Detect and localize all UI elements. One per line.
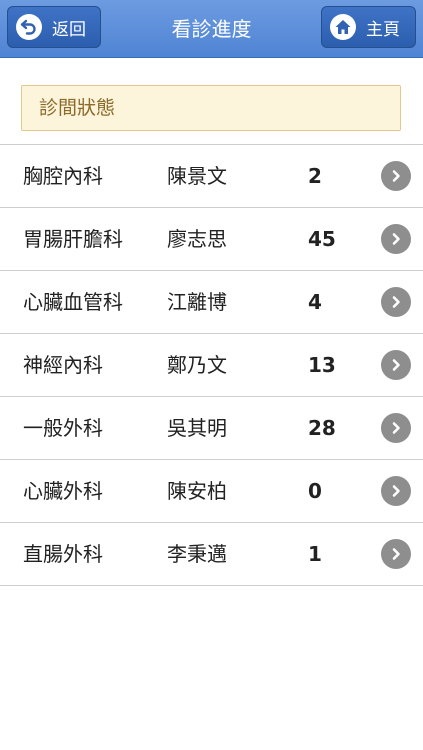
home-button-label: 主頁 <box>366 19 400 40</box>
current-number: 4 <box>308 290 322 314</box>
department-name: 直腸外科 <box>23 542 103 566</box>
clinic-status-header: 診間狀態 <box>21 85 401 131</box>
clinic-row[interactable]: 胸腔內科 陳景文 2 <box>0 145 423 208</box>
chevron-right-icon[interactable] <box>381 476 411 506</box>
back-button[interactable]: 返回 <box>7 6 101 48</box>
navigation-bar: 返回 看診進度 主頁 <box>0 0 423 58</box>
doctor-name: 廖志思 <box>167 227 227 251</box>
doctor-name: 陳安柏 <box>167 479 227 503</box>
back-button-label: 返回 <box>52 19 86 40</box>
department-name: 心臟血管科 <box>23 290 123 314</box>
current-number: 13 <box>308 353 336 377</box>
doctor-name: 吳其明 <box>167 416 227 440</box>
clinic-row[interactable]: 胃腸肝膽科 廖志思 45 <box>0 208 423 271</box>
clinic-row[interactable]: 直腸外科 李秉邁 1 <box>0 523 423 586</box>
doctor-name: 江離博 <box>167 290 227 314</box>
department-name: 一般外科 <box>23 416 103 440</box>
back-arrow-icon <box>16 14 42 40</box>
clinic-row[interactable]: 心臟血管科 江離博 4 <box>0 271 423 334</box>
department-name: 胃腸肝膽科 <box>23 227 123 251</box>
current-number: 2 <box>308 164 322 188</box>
current-number: 28 <box>308 416 336 440</box>
department-name: 心臟外科 <box>23 479 103 503</box>
home-icon <box>330 14 356 40</box>
doctor-name: 李秉邁 <box>167 542 227 566</box>
doctor-name: 鄭乃文 <box>167 353 227 377</box>
current-number: 0 <box>308 479 322 503</box>
chevron-right-icon[interactable] <box>381 161 411 191</box>
current-number: 45 <box>308 227 336 251</box>
clinic-row[interactable]: 神經內科 鄭乃文 13 <box>0 334 423 397</box>
clinic-row[interactable]: 心臟外科 陳安柏 0 <box>0 460 423 523</box>
clinic-row[interactable]: 一般外科 吳其明 28 <box>0 397 423 460</box>
chevron-right-icon[interactable] <box>381 539 411 569</box>
department-name: 胸腔內科 <box>23 164 103 188</box>
doctor-name: 陳景文 <box>167 164 227 188</box>
home-button[interactable]: 主頁 <box>321 6 416 48</box>
chevron-right-icon[interactable] <box>381 287 411 317</box>
department-name: 神經內科 <box>23 353 103 377</box>
current-number: 1 <box>308 542 322 566</box>
chevron-right-icon[interactable] <box>381 224 411 254</box>
clinic-list: 胸腔內科 陳景文 2 胃腸肝膽科 廖志思 45 心臟血管科 江離博 4 神經內科 鄭乃文 13 一般外科… <box>0 144 423 586</box>
chevron-right-icon[interactable] <box>381 413 411 443</box>
chevron-right-icon[interactable] <box>381 350 411 380</box>
